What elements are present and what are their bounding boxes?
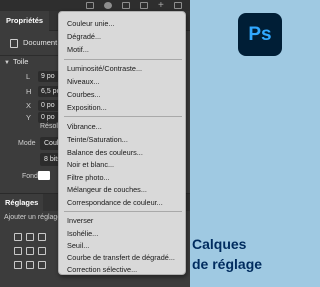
hue-saturation-icon[interactable]: [14, 247, 22, 255]
x-letter: X: [26, 101, 32, 110]
menu-item-teinte-saturation[interactable]: Teinte/Saturation...: [67, 134, 183, 145]
menu-item-motif[interactable]: Motif...: [67, 44, 183, 55]
tab-properties[interactable]: Propriétés: [0, 11, 50, 31]
canvas-section-header[interactable]: ▼ Toile: [4, 57, 28, 66]
background-color-swatch[interactable]: [38, 171, 50, 180]
logo-text: Ps: [248, 24, 272, 45]
width-letter: L: [26, 72, 31, 81]
levels-icon[interactable]: [26, 233, 34, 241]
menu-item-courbe-transfert-degrade[interactable]: Courbe de transfert de dégradé...: [67, 252, 183, 263]
height-letter: H: [26, 87, 32, 96]
photoshop-panel: + Propriétés Document ▼ Toile L 9 po H 6,…: [0, 0, 190, 287]
brightness-icon[interactable]: [14, 233, 22, 241]
menu-item-balance-couleurs[interactable]: Balance des couleurs...: [67, 147, 183, 158]
mode-label: Mode: [18, 140, 36, 147]
canvas-section-label: Toile: [12, 57, 29, 66]
background-label: Fond: [22, 173, 38, 180]
menu-separator: [64, 59, 182, 60]
adjustment-layer-icon[interactable]: [104, 2, 112, 9]
title-line-1: Calques: [192, 236, 247, 252]
menu-item-luminosite-contraste[interactable]: Luminosité/Contraste...: [67, 63, 183, 74]
menu-item-exposition[interactable]: Exposition...: [67, 102, 183, 113]
menu-item-degrade[interactable]: Dégradé...: [67, 31, 183, 42]
menu-item-melangeur-couches[interactable]: Mélangeur de couches...: [67, 184, 183, 195]
add-adjustment-label: Ajouter un réglage: [4, 214, 62, 221]
trash-icon[interactable]: [174, 2, 182, 9]
y-letter: Y: [26, 113, 32, 122]
divider: [0, 55, 60, 56]
menu-item-seuil[interactable]: Seuil...: [67, 240, 183, 251]
menu-item-niveaux[interactable]: Niveaux...: [67, 76, 183, 87]
panel-toolbar: +: [0, 0, 190, 11]
adjustment-layer-menu: Couleur unie... Dégradé... Motif... Lumi…: [58, 11, 186, 275]
menu-separator: [64, 116, 182, 117]
mask-icon[interactable]: [122, 2, 130, 9]
color-balance-icon[interactable]: [26, 247, 34, 255]
layer-icon[interactable]: [86, 2, 94, 9]
menu-item-correspondance-couleur[interactable]: Correspondance de couleur...: [67, 197, 183, 208]
black-white-icon[interactable]: [38, 247, 46, 255]
adjustment-icons-row-3: [14, 256, 60, 269]
threshold-icon[interactable]: [38, 261, 46, 269]
invert-icon[interactable]: [14, 261, 22, 269]
menu-item-isohelie[interactable]: Isohélie...: [67, 228, 183, 239]
adjustment-icons-row-2: [14, 242, 60, 255]
chevron-down-icon: ▼: [4, 60, 10, 66]
menu-item-vibrance[interactable]: Vibrance...: [67, 121, 183, 132]
title-line-2: de réglage: [192, 256, 263, 272]
menu-item-noir-blanc[interactable]: Noir et blanc...: [67, 159, 183, 170]
adjustment-icons-row-1: [14, 228, 60, 241]
tab-adjustments[interactable]: Réglages: [0, 194, 44, 212]
posterize-icon[interactable]: [26, 261, 34, 269]
document-icon: [10, 39, 18, 48]
menu-item-filtre-photo[interactable]: Filtre photo...: [67, 172, 183, 183]
document-label: Document: [23, 38, 58, 47]
menu-item-correction-selective[interactable]: Correction sélective...: [67, 264, 183, 275]
menu-item-couleur-unie[interactable]: Couleur unie...: [67, 18, 183, 29]
add-layer-icon[interactable]: +: [158, 1, 166, 11]
curves-icon[interactable]: [38, 233, 46, 241]
photoshop-logo: Ps: [238, 13, 282, 56]
menu-separator: [64, 211, 182, 212]
menu-item-inverser[interactable]: Inverser: [67, 215, 183, 226]
folder-icon[interactable]: [140, 2, 148, 9]
menu-item-courbes[interactable]: Courbes...: [67, 89, 183, 100]
